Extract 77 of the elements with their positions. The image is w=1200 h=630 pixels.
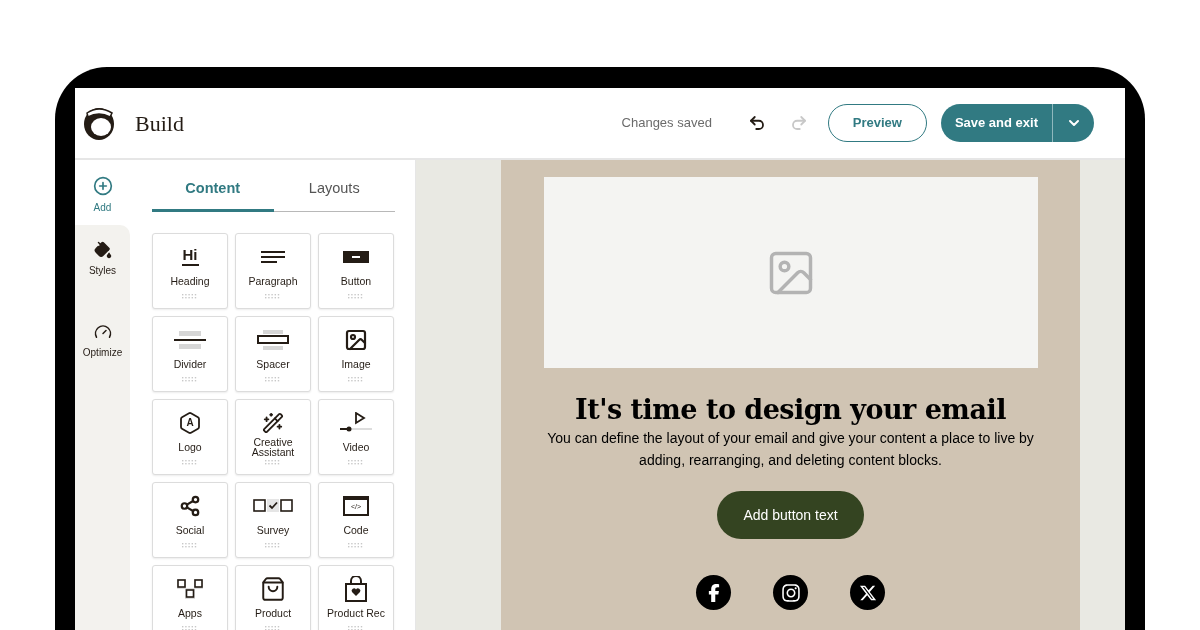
shopping-bag-icon (260, 575, 286, 602)
content-block-tile[interactable]: Product Rec (318, 564, 394, 630)
tile-label: Divider (172, 356, 208, 372)
survey-icon (253, 498, 293, 513)
panel-tab[interactable]: Content (152, 178, 274, 212)
tile-label: Video (341, 439, 371, 455)
email-cta-button[interactable]: Add button text (717, 491, 864, 539)
divider-icon (174, 330, 206, 349)
save-and-exit-button[interactable]: Save and exit (940, 104, 1053, 142)
email-heading: It's time to design your email (575, 393, 1006, 427)
content-block-tile[interactable]: A Logo (152, 398, 228, 475)
instagram-icon (780, 582, 801, 603)
video-icon (340, 411, 372, 434)
content-block-tile[interactable]: Apps (152, 564, 228, 630)
content-block-tile[interactable]: Image (318, 315, 394, 392)
email-body-text: You can define the layout of your email and give your content a place to live by adding, rearranging, and deleting content blocks. (546, 429, 1035, 470)
tile-label: Creative Assistant (250, 435, 296, 458)
content-block-tile[interactable]: Creative Assistant (235, 398, 311, 475)
share-icon (179, 494, 201, 517)
social-link[interactable] (773, 575, 808, 610)
grip-icon (348, 376, 364, 382)
grip-icon (182, 293, 198, 299)
tile-label: Image (340, 356, 372, 372)
grip-icon (348, 293, 364, 299)
tile-label: Button (339, 273, 373, 289)
tile-label: Product Rec (326, 605, 386, 621)
panel-tab[interactable]: Layouts (273, 178, 395, 212)
tile-label: Social (174, 522, 206, 538)
x-icon (858, 583, 877, 602)
grip-icon (265, 542, 281, 548)
content-block-tile[interactable]: Divider (152, 315, 228, 392)
content-block-tile[interactable]: Social (152, 481, 228, 558)
grip-icon (265, 625, 281, 630)
content-block-tile[interactable]: Spacer (235, 315, 311, 392)
tile-label: Apps (177, 605, 203, 621)
social-link[interactable] (850, 575, 885, 610)
content-block-tile[interactable]: Button (318, 232, 394, 309)
logo-icon (82, 105, 116, 141)
content-block-tile[interactable]: Survey (235, 481, 311, 558)
grip-icon (182, 542, 198, 548)
grip-icon (348, 459, 364, 465)
image-icon (344, 327, 368, 352)
spacer-icon (257, 329, 289, 350)
tile-label: Heading (169, 273, 211, 289)
grip-icon (265, 459, 281, 465)
content-block-tile[interactable]: Product (235, 564, 311, 630)
save-status: Changes saved (621, 114, 712, 133)
grip-icon (265, 293, 281, 299)
content-block-tile[interactable]: Hi Heading (152, 232, 228, 309)
tile-label: Product (253, 605, 293, 621)
content-block-tile[interactable]: Video (318, 398, 394, 475)
tile-label: Code (342, 522, 370, 538)
grip-icon (348, 625, 364, 630)
tile-label: Paragraph (247, 273, 299, 289)
grip-icon (348, 542, 364, 548)
tile-label: Logo (177, 439, 203, 455)
social-link[interactable] (696, 575, 731, 610)
paragraph-icon (261, 250, 285, 263)
rail-item[interactable]: Optimize (75, 307, 130, 370)
hexagon-icon: A (178, 410, 202, 435)
grip-icon (182, 459, 198, 465)
grip-icon (265, 376, 281, 382)
undo-icon (747, 114, 766, 132)
tile-label: Survey (255, 522, 291, 538)
content-block-tile[interactable]: Paragraph (235, 232, 311, 309)
grip-icon (182, 376, 198, 382)
rail-item[interactable]: Styles (75, 225, 130, 307)
page-title: Build (135, 109, 184, 138)
add-icon (92, 176, 113, 196)
gauge-icon (93, 323, 112, 341)
magic-wand-icon (262, 411, 284, 434)
tile-label: Spacer (255, 356, 291, 372)
grip-icon (182, 625, 198, 630)
button-icon (343, 250, 369, 263)
paint-bucket-icon (93, 241, 112, 259)
bag-heart-icon (344, 575, 368, 602)
redo-icon (789, 114, 808, 132)
